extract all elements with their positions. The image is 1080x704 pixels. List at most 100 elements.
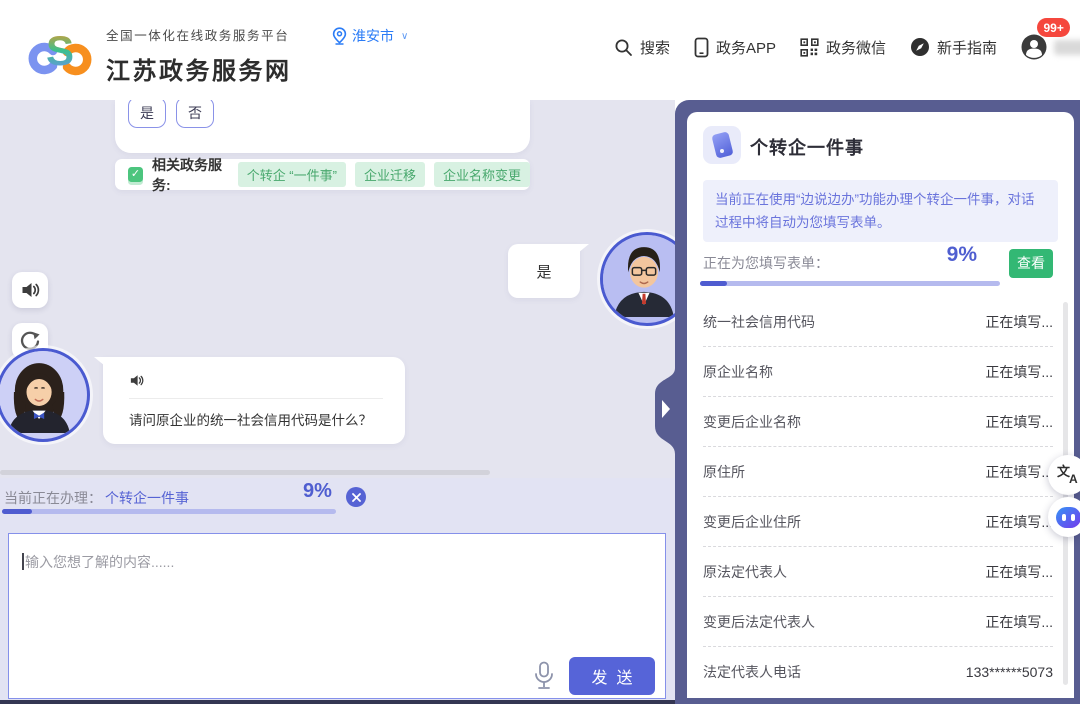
form-field-row: 统一社会信用代码 正在填写... (703, 297, 1053, 347)
quick-reply-no-button[interactable]: 否 (176, 100, 214, 128)
service-doc-icon (703, 126, 741, 164)
form-progress-fill (700, 281, 727, 286)
field-label: 变更后企业名称 (703, 413, 801, 430)
brand-block: 全国一体化在线政务服务平台 江苏政务服务网 (106, 25, 292, 86)
logo-icon: S (28, 27, 92, 76)
field-value: 正在填写... (985, 513, 1053, 530)
field-label: 变更后企业住所 (703, 513, 801, 530)
chat-horizontal-scrollbar[interactable] (0, 470, 490, 475)
avatar-icon (1021, 34, 1047, 60)
processing-progress-track (2, 509, 336, 514)
form-field-row: 原法定代表人 正在填写... (703, 547, 1053, 597)
message-input-box (8, 533, 666, 699)
quick-reply-card: 是 否 (115, 100, 530, 153)
side-panel: 个转企一件事 当前正在使用“边说边办”功能办理个转企一件事，对话过程中将自动为您… (655, 100, 1080, 704)
bubble-divider (129, 398, 383, 399)
field-value: 133******5073 (965, 663, 1053, 680)
quick-reply-yes-button[interactable]: 是 (128, 100, 166, 128)
location-city: 淮安市 (352, 28, 394, 44)
header-nav: 搜索 政务APP 政务微信 新手指南 (614, 34, 1080, 60)
field-value: 正在填写... (985, 363, 1053, 380)
nav-guide[interactable]: 新手指南 (910, 37, 997, 58)
processing-progress-fill (2, 509, 32, 514)
field-value: 正在填写... (985, 563, 1053, 580)
form-field-row: 原企业名称 正在填写... (703, 347, 1053, 397)
form-field-row: 变更后企业名称 正在填写... (703, 397, 1053, 447)
nav-wechat-label: 政务微信 (826, 39, 887, 57)
form-field-row: 原住所 正在填写... (703, 447, 1053, 497)
service-tag-0[interactable]: 个转企 “一件事” (237, 162, 346, 187)
close-button[interactable] (346, 487, 366, 507)
view-form-button[interactable]: 查看 (1009, 249, 1053, 278)
form-progress-track (700, 281, 1000, 286)
user-name-redacted (1054, 39, 1080, 55)
form-progress-percent: 9% (946, 243, 977, 266)
panel-title: 个转企一件事 (750, 138, 864, 158)
field-label: 变更后法定代表人 (703, 613, 815, 630)
notification-badge: 99+ (1037, 18, 1071, 37)
field-label: 法定代表人电话 (703, 663, 801, 680)
mic-button[interactable] (533, 661, 555, 691)
nav-user[interactable] (1021, 34, 1080, 60)
app-window: S 全国一体化在线政务服务平台 江苏政务服务网 淮安市 ∨ 搜索 政务APP 政… (0, 0, 1080, 704)
nav-guide-label: 新手指南 (937, 39, 998, 57)
form-progress-label: 正在为您填写表单： (703, 255, 829, 271)
panel-notice: 当前正在使用“边说边办”功能办理个转企一件事，对话过程中将自动为您填写表单。 (703, 180, 1058, 242)
chat-bottom-zone: 当前正在办理： 个转企一件事 9% 发送 (0, 478, 675, 704)
assistant-message-bubble: 请问原企业的统一社会信用代码是什么？ (94, 357, 405, 444)
related-services-card: ✓ 相关政务服务: 个转企 “一件事” 企业迁移 企业名称变更 (115, 157, 530, 193)
panel-card: 个转企一件事 当前正在使用“边说边办”功能办理个转企一件事，对话过程中将自动为您… (687, 112, 1074, 698)
robot-assistant-fab[interactable] (1048, 497, 1080, 537)
user-message-bubble: 是 (508, 244, 589, 298)
site-title: 江苏政务服务网 (106, 58, 292, 85)
field-label: 原法定代表人 (703, 563, 787, 580)
nav-app[interactable]: 政务APP (694, 37, 776, 58)
service-tag-1[interactable]: 企业迁移 (354, 162, 425, 187)
bubble-tail (94, 357, 110, 370)
qr-code-icon (800, 37, 819, 57)
bottom-edge-strip (0, 700, 675, 704)
nav-wechat[interactable]: 政务微信 (800, 37, 886, 58)
nav-search-label: 搜索 (640, 39, 671, 57)
field-label: 原企业名称 (703, 363, 773, 380)
field-value: 正在填写... (985, 613, 1053, 630)
translate-fab[interactable]: 文 A (1048, 455, 1080, 495)
svg-text:S: S (46, 27, 74, 74)
form-field-row: 变更后法定代表人 正在填写... (703, 597, 1053, 647)
field-value: 正在填写... (985, 463, 1053, 480)
platform-subtitle: 全国一体化在线政务服务平台 (106, 29, 290, 43)
processing-label: 当前正在办理： (4, 490, 102, 506)
form-field-row: 法定代表人电话 133******5073 (703, 647, 1053, 696)
close-icon (351, 492, 361, 502)
processing-percent: 9% (303, 480, 332, 502)
location-selector[interactable]: 淮安市 ∨ (332, 26, 408, 46)
chevron-down-icon: ∨ (401, 30, 409, 42)
processing-task-link[interactable]: 个转企一件事 (105, 488, 189, 508)
form-fields-list: 统一社会信用代码 正在填写... 原企业名称 正在填写... 变更后企业名称 正… (703, 297, 1053, 696)
panel-collapse-handle[interactable] (650, 368, 675, 464)
site-header: S 全国一体化在线政务服务平台 江苏政务服务网 淮安市 ∨ 搜索 政务APP 政… (0, 0, 1080, 100)
speaker-icon[interactable] (129, 373, 144, 388)
assistant-message-text: 请问原企业的统一社会信用代码是什么？ (129, 413, 372, 428)
field-value: 正在填写... (985, 313, 1053, 330)
check-icon: ✓ (128, 167, 143, 182)
location-pin-icon (332, 27, 347, 45)
field-value: 正在填写... (985, 413, 1053, 430)
nav-search[interactable]: 搜索 (614, 37, 670, 58)
speaker-icon (22, 283, 40, 297)
form-field-row: 变更后企业住所 正在填写... (703, 497, 1053, 547)
message-input[interactable] (9, 534, 665, 698)
nav-app-label: 政务APP (716, 39, 777, 57)
robot-icon (1055, 506, 1080, 528)
phone-icon (694, 37, 709, 57)
service-tag-2[interactable]: 企业名称变更 (433, 162, 530, 187)
translate-icon-a: A (1069, 472, 1078, 486)
compass-icon (911, 38, 930, 56)
field-label: 统一社会信用代码 (703, 313, 815, 330)
bubble-tail (573, 244, 589, 257)
related-services-label: 相关政务服务: (152, 156, 222, 193)
speaker-button[interactable] (12, 272, 48, 308)
send-button[interactable]: 发送 (569, 657, 655, 695)
assistant-avatar (0, 348, 90, 442)
chat-area: 是 否 ✓ 相关政务服务: 个转企 “一件事” 企业迁移 企业名称变更 是 请问… (0, 100, 694, 704)
